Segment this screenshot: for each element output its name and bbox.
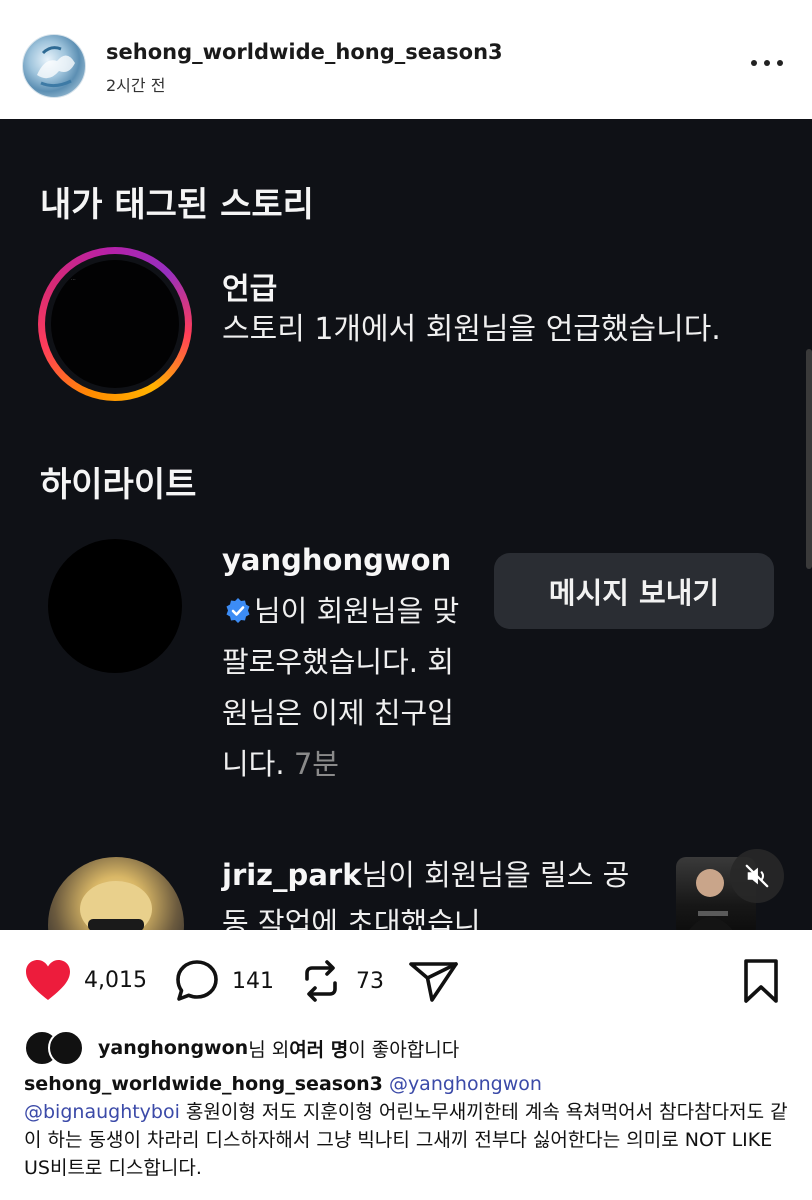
invite-username: jriz_park	[222, 858, 362, 892]
verified-badge-icon	[226, 598, 250, 623]
screenshot-scrollbar	[806, 349, 812, 569]
liked-by-others[interactable]: 여러 명	[289, 1035, 348, 1062]
follow-username: yanghongwon	[222, 543, 452, 577]
story-thumbnail: ...	[51, 260, 179, 388]
post-image: 내가 태그된 스토리 ... 언급 스토리 1개에서 회원님을 언급했습니다. …	[0, 119, 812, 930]
share-button[interactable]	[408, 958, 460, 1004]
highlights-title: 하이라이트	[40, 465, 197, 505]
heart-filled-icon	[26, 960, 70, 1000]
caption-username[interactable]: sehong_worldwide_hong_season3	[24, 1073, 383, 1095]
comment-bubble-icon	[176, 960, 218, 1001]
post-caption: sehong_worldwide_hong_season3 @yanghongw…	[24, 1070, 794, 1182]
post-time: 2시간 전	[106, 76, 166, 95]
comment-count: 141	[232, 968, 274, 994]
story-scribble-text: ...	[71, 276, 76, 282]
post-header: sehong_worldwide_hong_season3 2시간 전	[0, 0, 812, 118]
speaker-muted-icon	[745, 864, 769, 888]
liked-by-user[interactable]: yanghongwon	[98, 1037, 248, 1059]
mention-title: 언급	[222, 272, 278, 307]
more-options-icon[interactable]	[750, 54, 784, 74]
follow-text: 님이 회원님을 맞팔로우했습니다. 회원님은 이제 친구입니다.	[222, 594, 460, 781]
liked-by-mid: 님 외	[248, 1038, 290, 1061]
mention-text: 스토리 1개에서 회원님을 언급했습니다.	[222, 312, 721, 347]
repost-arrows-icon	[305, 960, 337, 1002]
caption-mention-bignaughtyboi[interactable]: @bignaughtyboi	[24, 1101, 180, 1123]
repost-count: 73	[356, 968, 384, 994]
paper-plane-icon	[409, 962, 458, 1002]
save-button[interactable]	[740, 958, 782, 1004]
liked-by-row[interactable]: yanghongwon 님 외 여러 명이 좋아합니다	[24, 1030, 459, 1066]
like-button[interactable]: 4,015	[24, 958, 147, 1002]
mute-toggle-icon[interactable]	[730, 849, 784, 903]
send-message-button: 메시지 보내기	[494, 553, 774, 629]
invite-notification: jriz_park님이 회원님을 릴스 공동 작업에 초대했습니	[222, 851, 642, 930]
comment-button[interactable]: 141	[174, 958, 274, 1004]
caption-mention-yanghongwon[interactable]: @yanghongwon	[389, 1073, 542, 1095]
action-bar: 4,015 141 73	[0, 930, 812, 1030]
liker-avatars	[24, 1030, 90, 1066]
follow-notification: yanghongwon 님이 회원님을 맞팔로우했습니다. 회원님은 이제 친구…	[222, 535, 474, 790]
like-count: 4,015	[84, 967, 147, 993]
profile-avatar[interactable]	[22, 34, 86, 98]
invite-user-avatar	[48, 857, 184, 930]
story-ring: ...	[38, 247, 192, 401]
follow-user-avatar	[48, 539, 182, 673]
follow-time: 7분	[293, 747, 339, 781]
avatar-art-icon	[37, 46, 75, 88]
bookmark-icon	[744, 959, 778, 1003]
repost-button[interactable]: 73	[298, 958, 384, 1004]
liked-by-end: 이 좋아합니다	[348, 1038, 460, 1061]
tagged-stories-title: 내가 태그된 스토리	[40, 185, 314, 225]
avatar-photo-icon	[80, 881, 152, 930]
post-username[interactable]: sehong_worldwide_hong_season3	[106, 40, 503, 64]
